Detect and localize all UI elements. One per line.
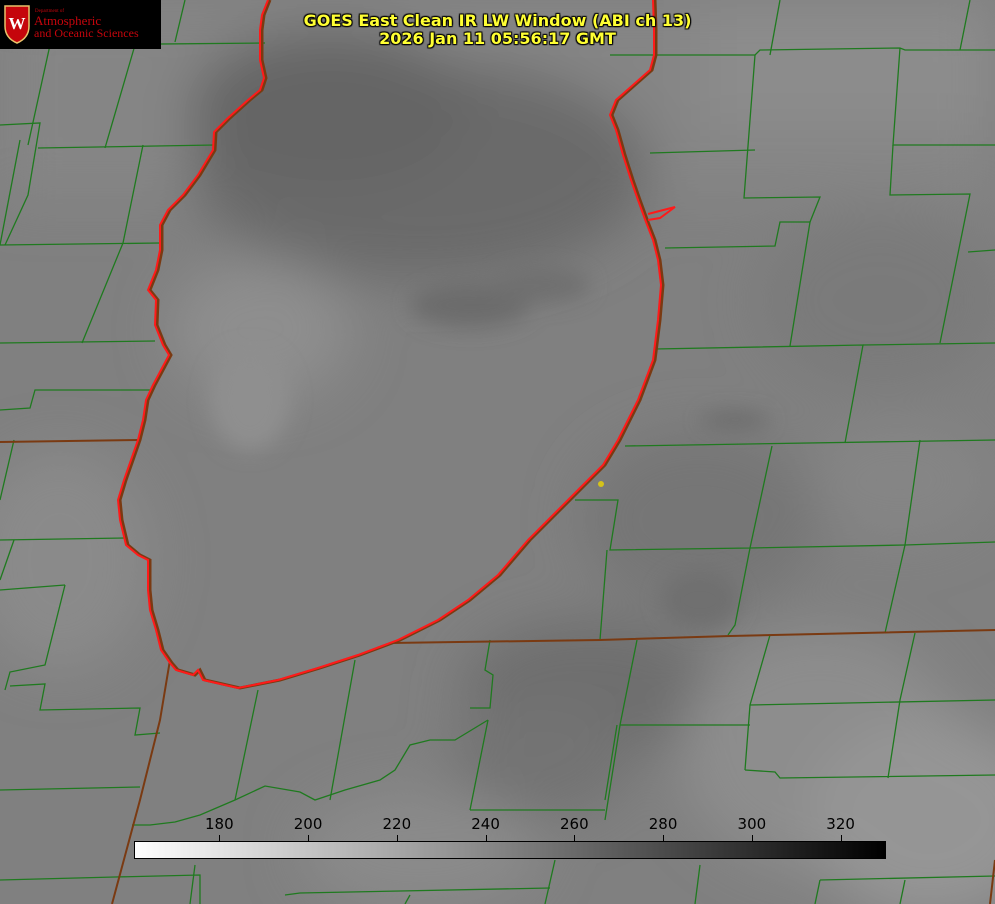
colorbar-tick-mark — [751, 835, 753, 841]
image-title: GOES East Clean IR LW Window (ABI ch 13) — [303, 11, 692, 30]
colorbar-tick-mark — [574, 835, 576, 841]
colorbar-tick-mark — [663, 835, 665, 841]
colorbar-tick-mark — [219, 835, 221, 841]
uw-crest-icon: W — [4, 5, 30, 44]
colorbar-tick-mark — [840, 835, 842, 841]
uw-aos-logo: W Department of Atmospheric and Oceanic … — [0, 0, 161, 49]
colorbar-tick-label: 320 — [826, 815, 855, 833]
satellite-image-view: GOES East Clean IR LW Window (ABI ch 13)… — [0, 0, 995, 904]
colorbar-tick-label: 200 — [293, 815, 323, 833]
colorbar-tick-label: 180 — [204, 815, 234, 833]
colorbar-gradient — [134, 841, 886, 859]
logo-line-2: and Oceanic Sciences — [34, 26, 139, 40]
colorbar-tick-label: 260 — [560, 815, 589, 833]
colorbar-tick-mark — [308, 835, 310, 841]
image-timestamp: 2026 Jan 11 05:56:17 GMT — [379, 29, 616, 48]
station-marker — [598, 481, 604, 487]
colorbar-tick-label: 220 — [382, 815, 412, 833]
crest-letter: W — [9, 14, 26, 33]
colorbar-tick-label: 240 — [471, 815, 500, 833]
colorbar-tick-mark — [485, 835, 487, 841]
colorbar-tick-label: 280 — [648, 815, 678, 833]
colorbar-tick-label: 300 — [737, 815, 767, 833]
colorbar-tick-mark — [396, 835, 398, 841]
satellite-map — [0, 0, 995, 904]
colorbar-legend: 180 200 220 240 260 280 300 320 — [134, 812, 888, 862]
